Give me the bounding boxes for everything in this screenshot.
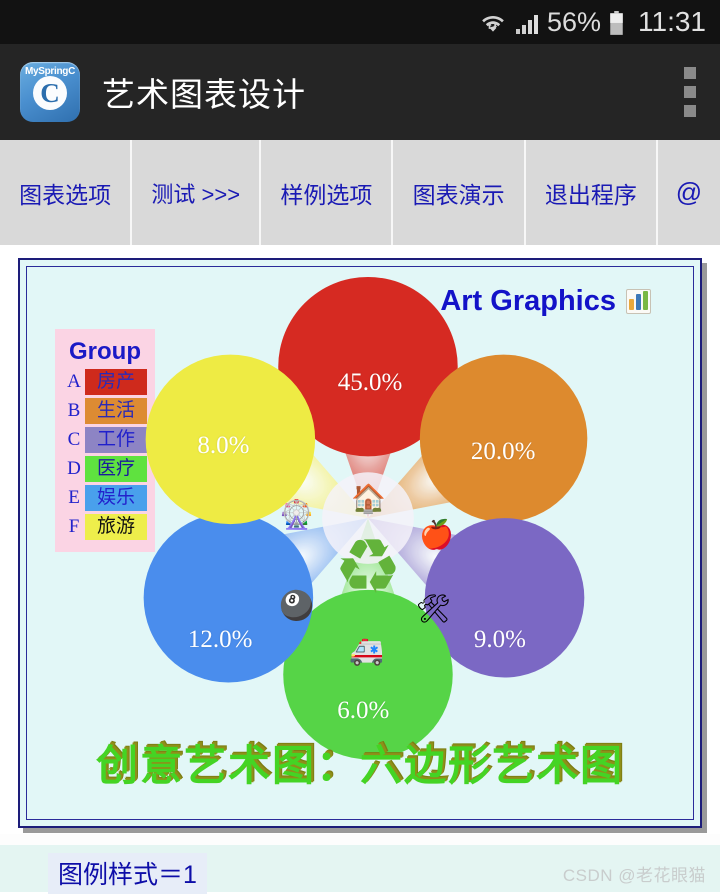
tools-icon: 🛠 bbox=[415, 593, 452, 625]
chart-panel-inner: Art Graphics Group A 房产 B 生活 C 工作 D 医疗 E… bbox=[26, 266, 694, 820]
chart-panel: Art Graphics Group A 房产 B 生活 C 工作 D 医疗 E… bbox=[18, 258, 702, 828]
overflow-menu-icon[interactable] bbox=[678, 61, 702, 123]
petal-label-e: 12.0% bbox=[187, 625, 253, 653]
app-bar: MySpringC C 艺术图表设计 bbox=[0, 44, 720, 140]
petal-label-b: 20.0% bbox=[470, 437, 536, 465]
ferris-wheel-icon: 🎡 bbox=[279, 499, 315, 531]
page-title: 艺术图表设计 bbox=[102, 76, 306, 113]
menu-bar: 图表选项 测试 >>> 样例选项 图表演示 退出程序 @ bbox=[0, 140, 720, 245]
menu-item-exit-program[interactable]: 退出程序 bbox=[526, 140, 658, 245]
chart-title: 创意艺术图：六边形艺术图 bbox=[95, 741, 624, 790]
menu-item-at[interactable]: @ bbox=[658, 140, 720, 245]
menu-item-sample-options[interactable]: 样例选项 bbox=[261, 140, 394, 245]
signal-bars-icon bbox=[515, 12, 539, 36]
overflow-dot bbox=[684, 105, 696, 117]
menu-item-chart-options[interactable]: 图表选项 bbox=[0, 140, 133, 245]
wifi-icon bbox=[480, 10, 506, 36]
phone-screen: 56% 11:31 MySpringC C 艺术图表设计 图表选项 测试 >>>… bbox=[0, 0, 720, 894]
recycle-icon: ♻ bbox=[333, 524, 403, 610]
petal-label-f: 8.0% bbox=[197, 432, 250, 460]
petal-label-d: 6.0% bbox=[337, 697, 390, 725]
overflow-dot bbox=[684, 86, 696, 98]
app-logo-letter: C bbox=[33, 76, 67, 110]
ambulance-icon: 🚑 bbox=[349, 634, 385, 666]
footer-bar: 图例样式＝1 CSDN @老花眼猫 bbox=[0, 845, 720, 894]
clock-label: 11:31 bbox=[638, 6, 706, 37]
battery-icon bbox=[608, 10, 625, 36]
petal-label-a: 45.0% bbox=[337, 368, 403, 396]
status-bar: 56% 11:31 bbox=[0, 0, 720, 44]
billiards-icon: 🎱 bbox=[279, 590, 315, 622]
legend-style-status: 图例样式＝1 bbox=[48, 853, 207, 894]
apple-icon: 🍎 bbox=[419, 518, 455, 550]
battery-percent-label: 56% bbox=[546, 6, 601, 37]
overflow-dot bbox=[684, 67, 696, 79]
app-logo-icon: MySpringC C bbox=[20, 62, 80, 122]
petal-label-c: 9.0% bbox=[473, 625, 526, 653]
menu-item-chart-demo[interactable]: 图表演示 bbox=[393, 140, 526, 245]
watermark-label: CSDN @老花眼猫 bbox=[562, 866, 706, 885]
menu-item-test[interactable]: 测试 >>> bbox=[132, 140, 262, 245]
house-icon: 🏠 bbox=[351, 482, 387, 514]
